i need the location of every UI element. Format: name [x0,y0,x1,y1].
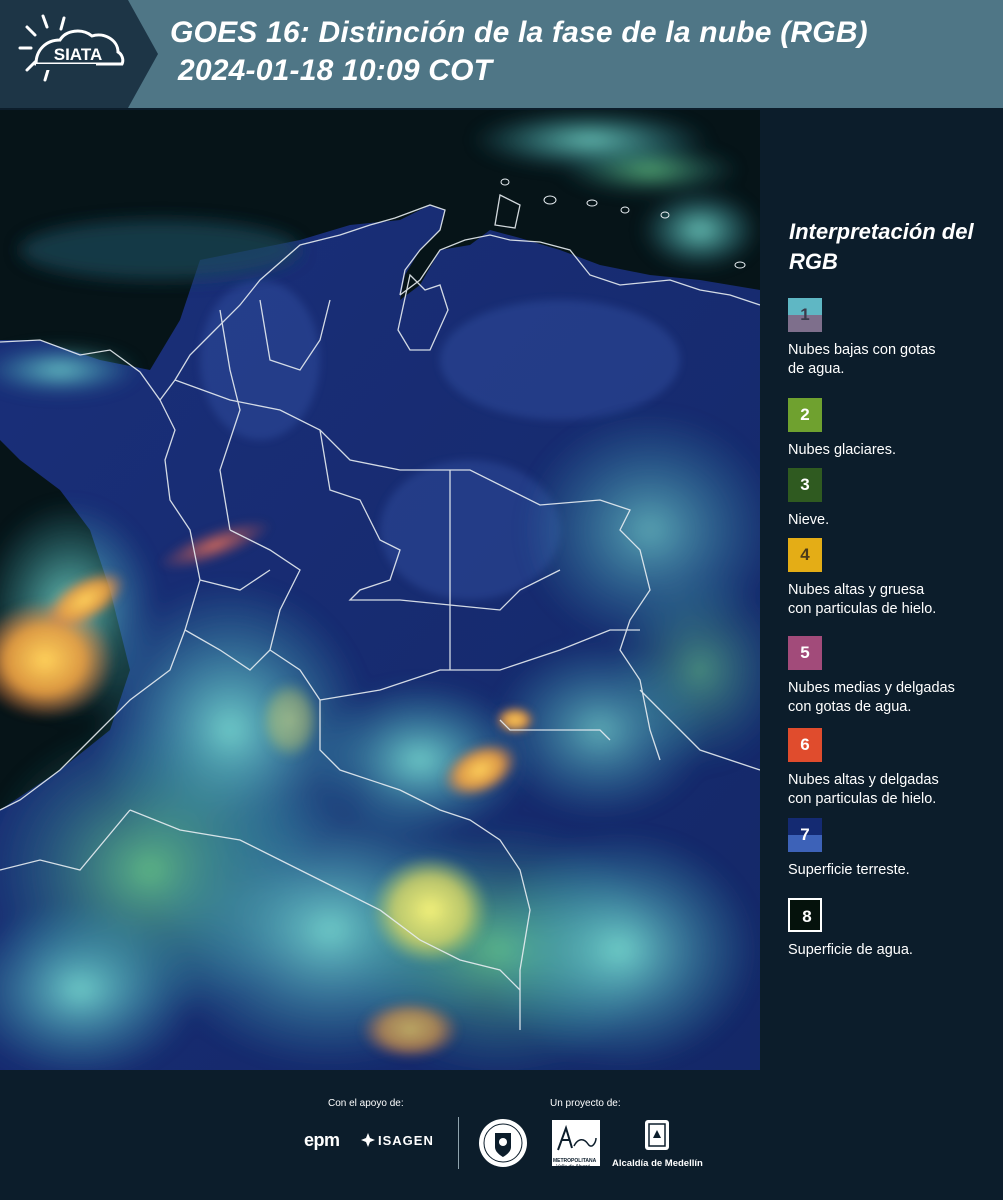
legend-item-1: 1 Nubes bajas con gotas de agua. [788,298,998,379]
legend-label-line: Nubes altas y delgadas [788,772,939,788]
legend-swatch-2: 2 [788,398,822,432]
legend-item-5: 5 Nubes medias y delgadas con gotas de agu… [788,636,998,717]
title-line-1: GOES 16: Distinción de la fase de la nub… [170,16,868,49]
epm-logo: epm [304,1130,340,1151]
legend-number: 2 [800,405,810,424]
isagen-mark-icon [361,1133,375,1147]
legend-label-line: Nubes medias y delgadas [788,680,955,696]
legend-number: 1 [800,305,810,324]
seal-logo [479,1119,527,1167]
legend-number: 3 [800,475,810,494]
legend-label-line: de agua. [788,361,845,377]
legend-swatch-1: 1 [788,298,822,332]
legend-number: 8 [802,907,812,926]
isagen-logo-text: ISAGEN [378,1133,434,1148]
alcaldia-medellin-shield-icon [645,1120,669,1150]
legend-label-line: Nubes bajas con gotas [788,342,936,358]
legend-item-4: 4 Nubes altas y gruesa con particulas de h… [788,538,998,619]
legend-label-line: Nieve. [788,512,830,528]
legend-label: Nubes bajas con gotas de agua. [788,341,998,379]
valle-aburra-text: Valle de Aburrá [556,1164,591,1170]
legend-swatch-8: 8 [788,898,822,932]
alcaldia-medellin-label: Alcaldía de Medellín [612,1158,703,1169]
epm-logo-text: epm [304,1130,340,1150]
page-title: GOES 16: Distinción de la fase de la nub… [170,14,868,90]
legend-number: 5 [800,643,810,662]
satellite-map [0,110,760,1070]
header: SIATA GOES 16: Distinción de la fase de … [0,0,1003,108]
legend-label-line: con particulas de hielo. [788,791,937,807]
footer-divider [458,1117,459,1169]
legend-label-line: Superficie de agua. [788,942,913,958]
legend-label: Nubes medias y delgadas con gotas de agua… [788,679,998,717]
legend-item-7: 7 Superficie terreste. [788,818,998,880]
title-line-2: 2024-01-18 10:09 COT [178,54,493,87]
legend-label: Nubes altas y gruesa con particulas de hi… [788,581,998,619]
siata-logo: SIATA [0,0,158,108]
legend-item-2: 2 Nubes glaciares. [788,398,998,460]
support-label: Con el apoyo de: [328,1098,404,1109]
legend-number: 6 [800,735,810,754]
legend-number: 4 [800,545,810,564]
legend-label: Nubes glaciares. [788,441,998,460]
legend-swatch-7: 7 [788,818,822,852]
legend-item-6: 6 Nubes altas y delgadas con particulas de… [788,728,998,809]
legend-label-line: con particulas de hielo. [788,601,937,617]
legend-label: Superficie terreste. [788,861,998,880]
isagen-logo: ISAGEN [378,1133,434,1148]
legend-label: Superficie de agua. [788,941,998,960]
legend-item-3: 3 Nieve. [788,468,998,530]
legend-title: Interpretación del RGB [789,219,974,274]
legend-label-line: Nubes altas y gruesa [788,582,925,598]
footer: Con el apoyo de: Un proyecto de: epm ISA… [0,1070,1003,1200]
legend-number: 7 [800,825,810,844]
legend-swatch-3: 3 [788,468,822,502]
legend-swatch-4: 4 [788,538,822,572]
siata-logo-text: SIATA [54,45,102,64]
legend-label: Nubes altas y delgadas con particulas de … [788,771,998,809]
project-label: Un proyecto de: [550,1098,621,1109]
legend-label: Nieve. [788,511,998,530]
legend-swatch-6: 6 [788,728,822,762]
legend-swatch-5: 5 [788,636,822,670]
legend-label-line: Superficie terreste. [788,862,910,878]
legend-label-line: con gotas de agua. [788,699,912,715]
legend-label-line: Nubes glaciares. [788,442,896,458]
legend-item-8: 8 Superficie de agua. [788,898,998,960]
legend-panel: Interpretación del RGB 1 Nubes bajas con … [760,110,1003,1070]
